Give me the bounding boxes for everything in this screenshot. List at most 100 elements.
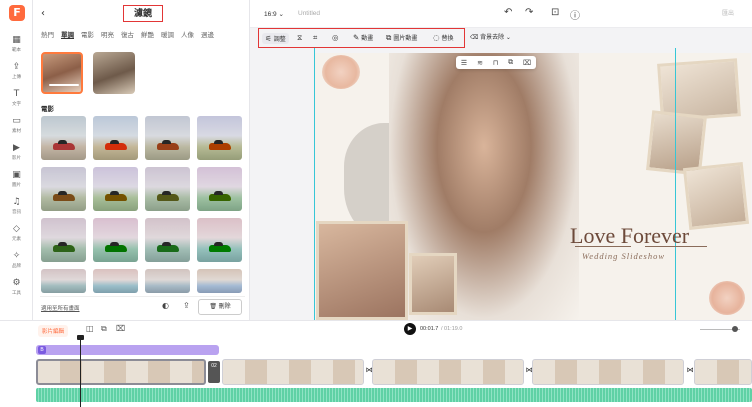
canvas-title-text[interactable]: Love Forever xyxy=(570,223,689,249)
zoom-slider-handle[interactable] xyxy=(732,326,738,332)
play-button[interactable]: ▶ xyxy=(404,323,416,335)
car-preview-icon xyxy=(157,191,179,201)
toolbar-adjust-button[interactable]: ⚟ 調整 xyxy=(262,33,289,44)
filter-tab[interactable]: 熱門 xyxy=(41,29,54,39)
aspect-ratio-dropdown[interactable]: 16:9 ⌄ xyxy=(264,10,284,18)
playhead[interactable] xyxy=(77,335,84,407)
applied-filter-thumbnail[interactable] xyxy=(93,52,135,94)
transition-icon[interactable]: ⋈ xyxy=(686,366,694,376)
filter-tab[interactable]: 電影 xyxy=(81,29,94,39)
music-icon: ♫ xyxy=(12,197,21,207)
timeline-clip[interactable] xyxy=(372,359,524,385)
video-edit-chip[interactable]: 影片編輯 xyxy=(38,325,69,337)
rail-item-element[interactable]: ◇ 元素 xyxy=(0,223,33,249)
small-couple-photo[interactable] xyxy=(409,253,457,315)
rail-item-video[interactable]: ▶ 影片 xyxy=(0,142,33,168)
toolbar-flip-button[interactable]: ⧖ xyxy=(297,33,304,43)
filter-preset-thumbnail[interactable] xyxy=(197,116,242,160)
filter-preset-thumbnail[interactable] xyxy=(197,218,242,262)
toolbar-crop-button[interactable]: ⌗ xyxy=(313,33,319,43)
help-icon[interactable]: ⓘ xyxy=(570,7,580,22)
rail-item-label: 文字 xyxy=(12,101,21,106)
rail-item-image[interactable]: ▣ 圖片 xyxy=(0,169,33,195)
car-preview-icon xyxy=(53,242,75,252)
filter-preset-thumbnail[interactable] xyxy=(145,269,190,293)
filter-preset-thumbnail[interactable] xyxy=(93,167,138,211)
screenshot-icon[interactable]: ⊡ xyxy=(551,7,559,18)
undo-icon[interactable]: ↶ xyxy=(504,7,512,18)
compare-icon[interactable]: ◐ xyxy=(162,301,169,310)
filter-preset-thumbnail[interactable] xyxy=(93,116,138,160)
apply-to-all-link[interactable]: 適用至所有畫面 xyxy=(41,304,80,312)
toolbar-animation-button[interactable]: ✎ 動畫 xyxy=(353,33,373,42)
lock-icon[interactable]: ⊓ xyxy=(493,59,498,67)
duplicate-icon[interactable]: ⧉ xyxy=(508,58,513,67)
toolbar-replace-button[interactable]: ◌ 替換 xyxy=(433,33,454,42)
duplicate-clip-icon[interactable]: ⧉ xyxy=(101,324,107,334)
filter-tab[interactable]: 單調 xyxy=(61,29,74,39)
filter-preset-thumbnail[interactable] xyxy=(145,218,190,262)
couple-hug-photo[interactable] xyxy=(316,221,408,320)
rail-item-template[interactable]: ▦ 範本 xyxy=(0,34,33,60)
timeline-clip[interactable] xyxy=(36,359,206,385)
toolbar-label: 圖片動畫 xyxy=(393,36,418,42)
rail-item-media[interactable]: ▭ 素材 xyxy=(0,115,33,141)
filter-preset-thumbnail[interactable] xyxy=(41,167,86,211)
original-filter-thumbnail[interactable] xyxy=(41,52,83,94)
car-preview-icon xyxy=(105,140,127,150)
filter-preset-thumbnail[interactable] xyxy=(41,116,86,160)
filter-preset-thumbnail[interactable] xyxy=(197,269,242,293)
delete-label: 刪除 xyxy=(218,304,231,310)
filter-tab[interactable]: 鮮艷 xyxy=(141,29,154,39)
layer-icon[interactable]: ≋ xyxy=(477,59,483,67)
car-preview-icon xyxy=(209,140,231,150)
intensity-slider[interactable] xyxy=(49,84,79,86)
delete-button[interactable]: 🗑 刪除 xyxy=(198,299,242,315)
timeline-clip[interactable] xyxy=(222,359,364,385)
slide-canvas[interactable] xyxy=(314,53,751,320)
filter-preset-thumbnail[interactable] xyxy=(145,116,190,160)
rail-item-music[interactable]: ♫ 音訊 xyxy=(0,196,33,222)
align-icon[interactable]: ☰ xyxy=(461,59,467,67)
split-icon[interactable]: ◫ xyxy=(86,324,94,333)
rail-item-brand[interactable]: ✧ 品牌 xyxy=(0,250,33,276)
canvas-subtitle-text[interactable]: Wedding Slideshow xyxy=(582,251,665,261)
trash-clip-icon[interactable]: ⌧ xyxy=(116,324,125,333)
rail-item-text[interactable]: T 文字 xyxy=(0,88,33,114)
timeline-clip[interactable] xyxy=(532,359,684,385)
app-logo-icon[interactable]: F xyxy=(9,5,25,21)
filter-preset-thumbnail[interactable] xyxy=(145,167,190,211)
toolbar-in-animation-button[interactable]: ⧉ 圖片動畫 xyxy=(386,33,417,43)
redo-icon[interactable]: ↷ xyxy=(525,7,533,18)
alignment-guide xyxy=(675,48,676,320)
filter-tab[interactable]: 暖調 xyxy=(161,29,174,39)
project-title[interactable]: Untitled xyxy=(298,10,320,17)
clip-number-badge: 02 xyxy=(208,361,220,383)
filter-tab[interactable]: 人像 xyxy=(181,29,194,39)
toolbar-label: 替換 xyxy=(441,36,454,42)
toolbar-mask-button[interactable]: ◎ xyxy=(332,33,341,42)
filter-tab[interactable]: 復古 xyxy=(121,29,134,39)
rail-item-tools[interactable]: ⚙ 工具 xyxy=(0,277,33,303)
export-button[interactable]: 匯出 xyxy=(710,6,746,22)
delete-icon[interactable]: ⌧ xyxy=(523,59,531,67)
background-remove-dropdown[interactable]: ⌫ 背景去除 ⌄ xyxy=(470,32,511,41)
rail-item-label: 素材 xyxy=(12,128,21,133)
filter-tab[interactable]: 週邊 xyxy=(201,29,214,39)
filter-preset-thumbnail[interactable] xyxy=(93,269,138,293)
back-arrow-icon[interactable]: ‹ xyxy=(41,8,45,19)
filter-preset-thumbnail[interactable] xyxy=(197,167,242,211)
car-preview-icon xyxy=(53,140,75,150)
timeline-clip[interactable] xyxy=(694,359,752,385)
car-preview-icon xyxy=(157,242,179,252)
filter-preset-thumbnail[interactable] xyxy=(41,218,86,262)
overlay-track[interactable]: B xyxy=(36,345,219,355)
total-duration: / 01:19.0 xyxy=(441,326,463,332)
filter-tab[interactable]: 明亮 xyxy=(101,29,114,39)
upload-filter-icon[interactable]: ⇪ xyxy=(183,301,190,310)
rail-item-upload[interactable]: ⇪ 上傳 xyxy=(0,61,33,87)
filter-preset-thumbnail[interactable] xyxy=(41,269,86,293)
audio-track-waveform[interactable] xyxy=(36,388,752,402)
corner-photo-bottom[interactable] xyxy=(682,162,750,230)
filter-preset-thumbnail[interactable] xyxy=(93,218,138,262)
